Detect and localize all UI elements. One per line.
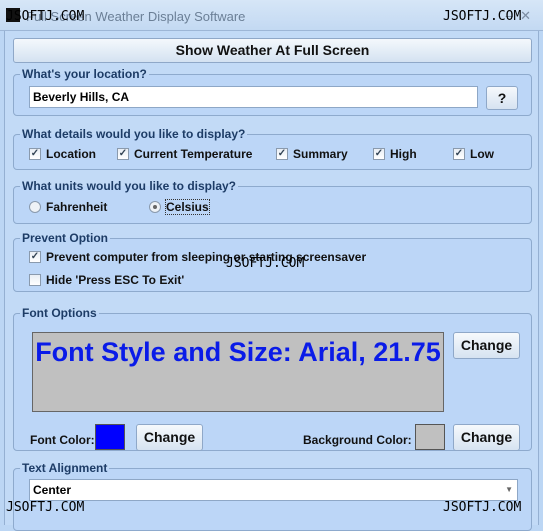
hide-esc-checkbox[interactable]: Hide 'Press ESC To Exit' — [29, 273, 184, 287]
radio-label: Fahrenheit — [46, 200, 108, 214]
checkbox-label: Hide 'Press ESC To Exit' — [46, 273, 185, 287]
change-font-color-button[interactable]: Change — [136, 424, 203, 451]
close-button[interactable]: ✕ — [520, 8, 531, 23]
details-summary-checkbox[interactable]: ✓ Summary — [276, 147, 348, 161]
details-low-checkbox[interactable]: ✓ Low — [453, 147, 494, 161]
checkbox-icon: ✓ — [29, 251, 41, 263]
location-group: What's your location? Beverly Hills, CA … — [13, 67, 532, 116]
details-group: What details would you like to display? … — [13, 127, 532, 170]
details-current-temperature-checkbox[interactable]: ✓ Current Temperature — [117, 147, 252, 161]
font-options-group: Font Options Font Style and Size: Arial,… — [13, 306, 532, 451]
font-preview: Font Style and Size: Arial, 21.75 — [32, 332, 444, 412]
prevent-sleep-checkbox[interactable]: ✓ Prevent computer from sleeping or start… — [29, 250, 366, 264]
radio-label: Celsius — [165, 199, 210, 215]
checkbox-label: Low — [470, 147, 494, 161]
details-location-checkbox[interactable]: ✓ Location — [29, 147, 96, 161]
watermark: JSOFTJ.COM — [6, 500, 85, 515]
watermark: JSOFTJ.COM — [443, 500, 522, 515]
details-legend: What details would you like to display? — [22, 127, 246, 141]
watermark: JSOFTJ.COM — [6, 9, 85, 24]
chevron-down-icon[interactable]: ▼ — [505, 480, 513, 500]
font-color-swatch[interactable] — [95, 424, 125, 450]
units-legend: What units would you like to display? — [22, 179, 237, 193]
celsius-radio[interactable]: Celsius — [149, 199, 210, 215]
watermark: JSOFTJ.COM — [443, 9, 522, 24]
checkbox-icon: ✓ — [29, 148, 41, 160]
checkbox-label: Summary — [293, 147, 348, 161]
background-color-label: Background Color: — [303, 433, 412, 447]
location-legend: What's your location? — [22, 67, 147, 81]
location-input[interactable]: Beverly Hills, CA — [29, 86, 478, 108]
change-background-color-button[interactable]: Change — [453, 424, 520, 451]
checkbox-icon: ✓ — [117, 148, 129, 160]
fahrenheit-radio[interactable]: Fahrenheit — [29, 200, 107, 214]
checkbox-icon: ✓ — [276, 148, 288, 160]
checkbox-icon: ✓ — [373, 148, 385, 160]
checkbox-label: High — [390, 147, 417, 161]
location-help-button[interactable]: ? — [486, 86, 518, 110]
radio-icon — [29, 201, 41, 213]
checkbox-icon — [29, 274, 41, 286]
units-group: What units would you like to display? Fa… — [13, 179, 532, 224]
checkbox-label: Prevent computer from sleeping or starti… — [46, 250, 367, 264]
text-alignment-group: Text Alignment Center ▼ — [13, 461, 532, 531]
checkbox-icon: ✓ — [453, 148, 465, 160]
radio-icon — [149, 201, 161, 213]
font-legend: Font Options — [22, 306, 97, 320]
prevent-legend: Prevent Option — [22, 231, 109, 245]
show-full-screen-button[interactable]: Show Weather At Full Screen — [13, 38, 532, 63]
background-color-swatch[interactable] — [415, 424, 445, 450]
details-high-checkbox[interactable]: ✓ High — [373, 147, 417, 161]
watermark: JSOFTJ.COM — [226, 256, 305, 271]
main-panel: Show Weather At Full Screen What's your … — [4, 31, 539, 531]
alignment-legend: Text Alignment — [22, 461, 108, 475]
change-font-button[interactable]: Change — [453, 332, 520, 359]
alignment-value: Center — [33, 483, 72, 497]
font-color-label: Font Color: — [30, 433, 95, 447]
alignment-select[interactable]: Center ▼ — [29, 479, 518, 501]
checkbox-label: Current Temperature — [134, 147, 253, 161]
checkbox-label: Location — [46, 147, 96, 161]
